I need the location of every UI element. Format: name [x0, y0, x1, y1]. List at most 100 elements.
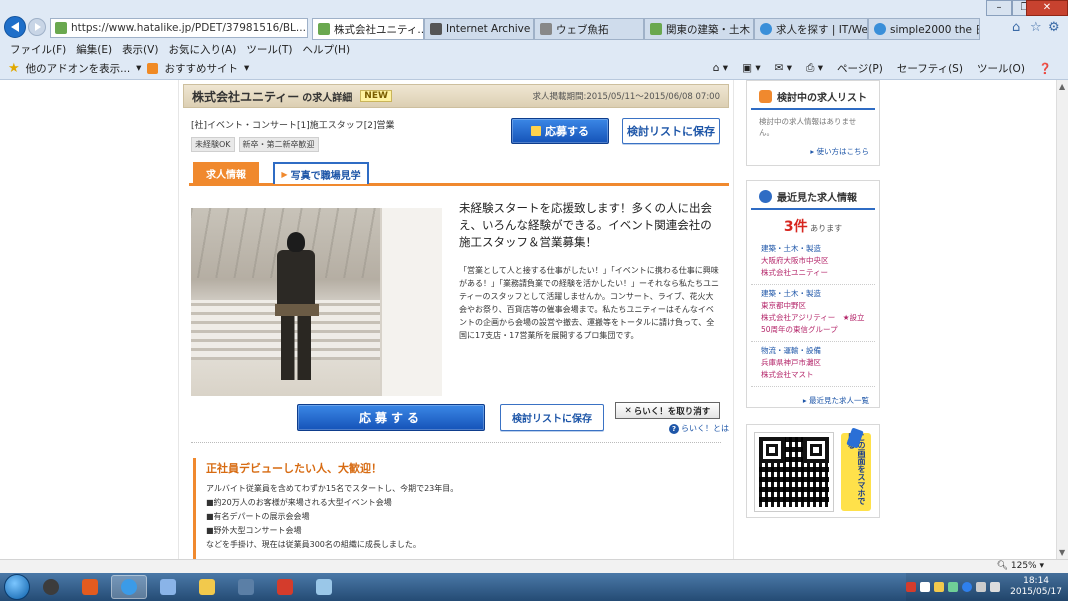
recent-job-item[interactable]: 建築・土木・製造 大阪府大阪市中央区 株式会社ユニティー [751, 240, 875, 285]
job-title-bar: 株式会社ユニティー の求人詳細 NEW 求人掲載期間:2015/05/11〜20… [183, 84, 729, 108]
taskbar-app-explorer[interactable] [189, 575, 225, 599]
browser-tab[interactable]: 求人を探す | IT/Web... [754, 18, 868, 40]
safety-menu[interactable]: セーフティ(S) [897, 61, 963, 76]
menu-tools[interactable]: ツール(T) [246, 42, 292, 57]
how-to-use-link[interactable]: ▸ 使い方はこちら [747, 138, 879, 157]
browser-tab[interactable]: 関東の建築・土木・... [644, 18, 754, 40]
feeds-icon[interactable]: ▣ ▾ [742, 62, 761, 74]
job-detail-main: 株式会社ユニティー の求人詳細 NEW 求人掲載期間:2015/05/11〜20… [178, 80, 734, 559]
save-button-label: 検討リストに保存 [512, 414, 592, 425]
apply-icon [531, 126, 541, 136]
section-line: などを手掛け、現在は従業員300名の組織に成長しました。 [206, 540, 421, 549]
menu-bar: ファイル(F) 編集(E) 表示(V) お気に入り(A) ツール(T) ヘルプ(… [0, 40, 1068, 58]
address-bar[interactable]: https://www.hatalike.jp/PDET/37981516/BL… [50, 18, 308, 38]
tab-label: simple2000 the 日本... [890, 23, 979, 36]
browser-tab-active[interactable]: 株式会社ユニティ... ✕ [312, 18, 424, 40]
workplace-photo [191, 208, 442, 396]
taskbar-app-media[interactable] [228, 575, 264, 599]
taskbar-app-hp[interactable] [33, 575, 69, 599]
menu-view[interactable]: 表示(V) [122, 42, 158, 57]
menu-help[interactable]: ヘルプ(H) [302, 42, 350, 57]
dropdown-arrow-icon[interactable]: ▾ [136, 62, 141, 74]
network-icon[interactable] [976, 582, 987, 592]
mail-icon[interactable]: ✉ ▾ [775, 62, 792, 74]
recent-count-row: 3件 あります [747, 210, 879, 240]
back-button[interactable] [4, 16, 26, 38]
job-info: [社]イベント・コンサート[1]施工スタッフ[2]営業 未経験OK 新卒・第二新… [191, 118, 491, 152]
recent-job-company: 株式会社ユニティー [761, 268, 829, 277]
section-title: 正社員デビューしたい人、大歓迎！ [206, 462, 382, 475]
clock-date: 2015/05/17 [1010, 587, 1062, 597]
suggested-sites-link[interactable]: おすすめサイト [164, 61, 238, 76]
home-icon[interactable]: ⌂ [1012, 20, 1020, 35]
recent-job-item[interactable]: 建築・土木・製造 東京都中野区 株式会社アジリティー ★設立50周年の東信グルー… [751, 285, 875, 342]
apply-button[interactable]: 応募する [511, 118, 609, 144]
rakuiku-cancel-button[interactable]: ✕ らいく！を取り消す [615, 402, 720, 419]
browser-tab[interactable]: simple2000 the 日本... [868, 18, 980, 40]
help-icon: ? [669, 423, 679, 434]
browser-tab[interactable]: ウェブ魚拓 [534, 18, 644, 40]
vertical-scrollbar[interactable]: ▲ ▼ [1056, 80, 1068, 559]
browser-tab[interactable]: Internet Archive Wa... [424, 18, 534, 40]
site-favicon-icon [318, 23, 330, 35]
help-icon[interactable] [962, 582, 973, 592]
tab-label: Internet Archive Wa... [446, 23, 533, 35]
dropdown-arrow-icon[interactable]: ▾ [244, 62, 249, 74]
recent-jobs-more-link[interactable]: ▸ 最近見た求人一覧 [747, 387, 879, 406]
tray-app-icon[interactable] [906, 582, 917, 592]
how-to-use-label: 使い方はこちら [816, 147, 870, 156]
tab-job-info[interactable]: 求人情報 [193, 162, 259, 184]
tab-label: 株式会社ユニティ... [334, 23, 424, 36]
tag: 新卒・第二新卒歓迎 [238, 137, 319, 152]
qr-box: この画面をスマホで見る [746, 424, 880, 518]
rakuiku-help-label: らいく！とは [681, 424, 729, 433]
taskbar-app-ie[interactable] [111, 575, 147, 599]
system-tray: 18:14 2015/05/17 [906, 573, 1068, 601]
home-icon[interactable]: ⌂ ▾ [713, 62, 728, 74]
chevron-right-icon: ▸ [802, 396, 807, 405]
menu-file[interactable]: ファイル(F) [10, 42, 66, 57]
clock[interactable]: 18:14 2015/05/17 [1010, 576, 1062, 598]
tray-app-icon[interactable] [948, 582, 959, 592]
save-to-list-button-bottom[interactable]: 検討リストに保存 [500, 404, 604, 431]
chevron-right-icon: ▸ [810, 147, 815, 156]
review-list-title: 検討中の求人リスト [777, 93, 867, 104]
save-to-list-button[interactable]: 検討リストに保存 [622, 118, 720, 144]
menu-favorites[interactable]: お気に入り(A) [168, 42, 236, 57]
tray-app-icon[interactable] [934, 582, 945, 592]
ie-icon [121, 579, 137, 595]
taskbar-app-pdf[interactable] [267, 575, 303, 599]
start-button[interactable] [4, 574, 30, 600]
taskbar-app-notes[interactable] [306, 575, 342, 599]
paint-icon [160, 579, 176, 595]
scroll-up-icon[interactable]: ▲ [1059, 82, 1065, 91]
favorites-star-icon[interactable]: ☆ [1030, 20, 1042, 35]
ime-icon[interactable] [920, 582, 931, 592]
page-menu[interactable]: ページ(P) [837, 61, 883, 76]
apply-button-large[interactable]: 応募する [297, 404, 485, 431]
tag-icon [759, 90, 772, 103]
tools-menu[interactable]: ツール(O) [977, 61, 1025, 76]
zoom-level[interactable]: 🔍︎ 125% ▾ [997, 561, 1044, 571]
volume-icon[interactable] [990, 582, 1001, 592]
tab-workplace-photos[interactable]: ▶ 写真で職場見学 [273, 162, 369, 184]
recent-count-suffix: あります [810, 224, 843, 233]
forward-button[interactable] [28, 18, 46, 36]
recent-jobs-header: 最近見た求人情報 [751, 181, 875, 210]
rakuiku-help-link[interactable]: ? らいく！とは [669, 423, 729, 434]
taskbar-app-office[interactable] [72, 575, 108, 599]
office-icon [82, 579, 98, 595]
recent-count: 3件 [783, 219, 808, 235]
recent-job-location: 東京都中野区 [761, 301, 806, 310]
help-icon[interactable]: ❓ [1039, 62, 1052, 75]
recent-job-category: 建築・土木・製造 [761, 289, 821, 298]
recent-job-item[interactable]: 物流・運輸・設備 兵庫県神戸市灘区 株式会社マスト [751, 342, 875, 387]
addons-link[interactable]: 他のアドオンを表示... [26, 61, 131, 76]
favorites-star-icon[interactable]: ★ [8, 61, 20, 76]
taskbar-app-paint[interactable] [150, 575, 186, 599]
print-icon[interactable]: ⎙ ▾ [806, 62, 823, 75]
settings-gear-icon[interactable]: ⚙ [1048, 20, 1060, 35]
cancel-x-icon: ✕ [624, 405, 632, 416]
menu-edit[interactable]: 編集(E) [76, 42, 112, 57]
scroll-down-icon[interactable]: ▼ [1059, 548, 1065, 557]
